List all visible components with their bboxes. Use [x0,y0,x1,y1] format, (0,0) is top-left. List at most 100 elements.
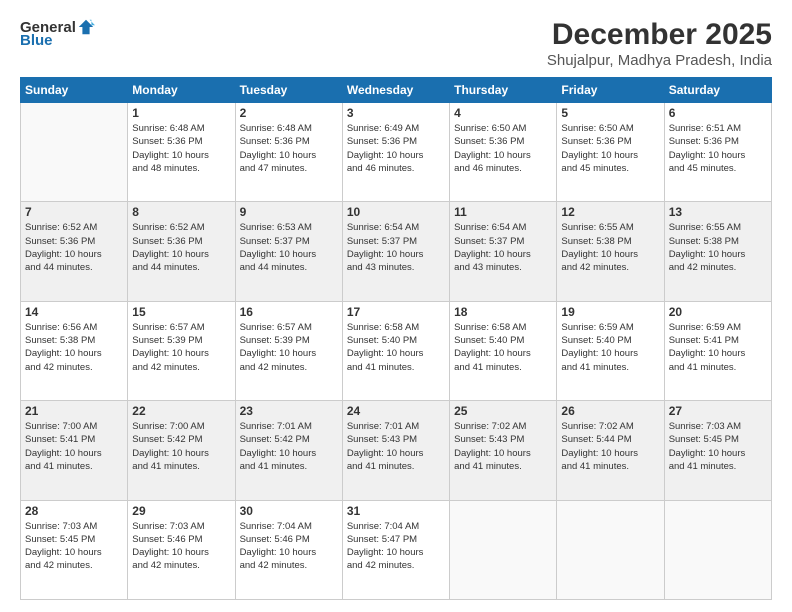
table-row: 31 Sunrise: 7:04 AM Sunset: 5:47 PM Dayli… [342,500,449,599]
table-row: 16Sunrise: 6:57 AM Sunset: 5:39 PM Dayli… [235,301,342,400]
day-info: Sunrise: 7:02 AM Sunset: 5:44 PM Dayligh… [561,420,659,473]
day-number: 31 [347,504,445,518]
table-row: 19 Sunrise: 6:59 AM Sunset: 5:40 PM Dayli… [557,301,664,400]
day-number: 6 [669,106,767,120]
day-info: Sunrise: 6:59 AM Sunset: 5:41 PM Dayligh… [669,321,767,374]
header: General Blue December 2025 Shujalpur, Ma… [20,18,772,69]
table-row: 3 Sunrise: 6:49 AM Sunset: 5:36 PM Daylig… [342,103,449,202]
day-info: Sunrise: 7:02 AM Sunset: 5:43 PM Dayligh… [454,420,552,473]
day-info: Sunrise: 6:49 AM Sunset: 5:36 PM Dayligh… [347,122,445,175]
table-row: 13 Sunrise: 6:55 AM Sunset: 5:38 PM Dayli… [664,202,771,301]
day-info: Sunrise: 7:03 AM Sunset: 5:45 PM Dayligh… [25,520,123,573]
col-tuesday: Tuesday [235,78,342,103]
day-number: 1 [132,106,230,120]
day-info: Sunrise: 6:48 AM Sunset: 5:36 PM Dayligh… [132,122,230,175]
day-number: 30 [240,504,338,518]
logo-icon [77,18,95,36]
calendar-table: Sunday Monday Tuesday Wednesday Thursday… [20,77,772,600]
table-row: 21 Sunrise: 7:00 AM Sunset: 5:41 PM Dayli… [21,401,128,500]
logo-blue-text: Blue [20,32,53,49]
table-row [557,500,664,599]
day-number: 26 [561,404,659,418]
day-info: Sunrise: 6:50 AM Sunset: 5:36 PM Dayligh… [454,122,552,175]
table-row: 18 Sunrise: 6:58 AM Sunset: 5:40 PM Dayli… [450,301,557,400]
day-info: Sunrise: 7:01 AM Sunset: 5:43 PM Dayligh… [347,420,445,473]
table-row: 6Sunrise: 6:51 AM Sunset: 5:36 PM Daylig… [664,103,771,202]
table-row: 9Sunrise: 6:53 AM Sunset: 5:37 PM Daylig… [235,202,342,301]
calendar-week-0: 1 Sunrise: 6:48 AM Sunset: 5:36 PM Daylig… [21,103,772,202]
day-info: Sunrise: 6:57 AM Sunset: 5:39 PM Dayligh… [240,321,338,374]
day-number: 14 [25,305,123,319]
table-row [664,500,771,599]
day-info: Sunrise: 6:59 AM Sunset: 5:40 PM Dayligh… [561,321,659,374]
table-row: 4 Sunrise: 6:50 AM Sunset: 5:36 PM Daylig… [450,103,557,202]
table-row: 1 Sunrise: 6:48 AM Sunset: 5:36 PM Daylig… [128,103,235,202]
col-saturday: Saturday [664,78,771,103]
day-info: Sunrise: 6:55 AM Sunset: 5:38 PM Dayligh… [669,221,767,274]
day-info: Sunrise: 6:54 AM Sunset: 5:37 PM Dayligh… [347,221,445,274]
day-number: 17 [347,305,445,319]
day-number: 27 [669,404,767,418]
day-info: Sunrise: 6:58 AM Sunset: 5:40 PM Dayligh… [347,321,445,374]
col-sunday: Sunday [21,78,128,103]
table-row: 5Sunrise: 6:50 AM Sunset: 5:36 PM Daylig… [557,103,664,202]
day-info: Sunrise: 6:56 AM Sunset: 5:38 PM Dayligh… [25,321,123,374]
day-info: Sunrise: 7:04 AM Sunset: 5:46 PM Dayligh… [240,520,338,573]
table-row: 12 Sunrise: 6:55 AM Sunset: 5:38 PM Dayli… [557,202,664,301]
table-row [21,103,128,202]
day-info: Sunrise: 6:55 AM Sunset: 5:38 PM Dayligh… [561,221,659,274]
table-row: 15Sunrise: 6:57 AM Sunset: 5:39 PM Dayli… [128,301,235,400]
day-number: 12 [561,205,659,219]
day-number: 19 [561,305,659,319]
page: General Blue December 2025 Shujalpur, Ma… [0,0,792,612]
table-row: 2Sunrise: 6:48 AM Sunset: 5:36 PM Daylig… [235,103,342,202]
table-row: 26 Sunrise: 7:02 AM Sunset: 5:44 PM Dayli… [557,401,664,500]
col-friday: Friday [557,78,664,103]
col-wednesday: Wednesday [342,78,449,103]
day-info: Sunrise: 6:52 AM Sunset: 5:36 PM Dayligh… [132,221,230,274]
table-row: 22Sunrise: 7:00 AM Sunset: 5:42 PM Dayli… [128,401,235,500]
logo: General Blue [20,18,95,49]
day-number: 23 [240,404,338,418]
day-number: 7 [25,205,123,219]
table-row: 30 Sunrise: 7:04 AM Sunset: 5:46 PM Dayli… [235,500,342,599]
day-info: Sunrise: 7:04 AM Sunset: 5:47 PM Dayligh… [347,520,445,573]
table-row: 14 Sunrise: 6:56 AM Sunset: 5:38 PM Dayli… [21,301,128,400]
day-info: Sunrise: 6:53 AM Sunset: 5:37 PM Dayligh… [240,221,338,274]
table-row: 25 Sunrise: 7:02 AM Sunset: 5:43 PM Dayli… [450,401,557,500]
day-number: 28 [25,504,123,518]
day-info: Sunrise: 6:50 AM Sunset: 5:36 PM Dayligh… [561,122,659,175]
day-number: 15 [132,305,230,319]
table-row: 17 Sunrise: 6:58 AM Sunset: 5:40 PM Dayli… [342,301,449,400]
day-number: 29 [132,504,230,518]
table-row: 8Sunrise: 6:52 AM Sunset: 5:36 PM Daylig… [128,202,235,301]
table-row: 23 Sunrise: 7:01 AM Sunset: 5:42 PM Dayli… [235,401,342,500]
table-row: 20Sunrise: 6:59 AM Sunset: 5:41 PM Dayli… [664,301,771,400]
day-number: 4 [454,106,552,120]
day-number: 24 [347,404,445,418]
location-title: Shujalpur, Madhya Pradesh, India [547,52,772,69]
month-title: December 2025 [547,18,772,52]
table-row: 29 Sunrise: 7:03 AM Sunset: 5:46 PM Dayli… [128,500,235,599]
day-number: 3 [347,106,445,120]
table-row: 11Sunrise: 6:54 AM Sunset: 5:37 PM Dayli… [450,202,557,301]
day-info: Sunrise: 6:52 AM Sunset: 5:36 PM Dayligh… [25,221,123,274]
col-monday: Monday [128,78,235,103]
day-number: 13 [669,205,767,219]
day-info: Sunrise: 6:54 AM Sunset: 5:37 PM Dayligh… [454,221,552,274]
day-info: Sunrise: 6:58 AM Sunset: 5:40 PM Dayligh… [454,321,552,374]
calendar-week-1: 7 Sunrise: 6:52 AM Sunset: 5:36 PM Daylig… [21,202,772,301]
day-info: Sunrise: 7:03 AM Sunset: 5:46 PM Dayligh… [132,520,230,573]
calendar-week-4: 28 Sunrise: 7:03 AM Sunset: 5:45 PM Dayli… [21,500,772,599]
day-info: Sunrise: 6:48 AM Sunset: 5:36 PM Dayligh… [240,122,338,175]
day-info: Sunrise: 7:03 AM Sunset: 5:45 PM Dayligh… [669,420,767,473]
day-number: 18 [454,305,552,319]
day-number: 21 [25,404,123,418]
table-row: 24 Sunrise: 7:01 AM Sunset: 5:43 PM Dayli… [342,401,449,500]
day-info: Sunrise: 7:00 AM Sunset: 5:41 PM Dayligh… [25,420,123,473]
title-block: December 2025 Shujalpur, Madhya Pradesh,… [547,18,772,69]
day-number: 25 [454,404,552,418]
day-info: Sunrise: 7:01 AM Sunset: 5:42 PM Dayligh… [240,420,338,473]
calendar-week-2: 14 Sunrise: 6:56 AM Sunset: 5:38 PM Dayli… [21,301,772,400]
table-row: 27 Sunrise: 7:03 AM Sunset: 5:45 PM Dayli… [664,401,771,500]
